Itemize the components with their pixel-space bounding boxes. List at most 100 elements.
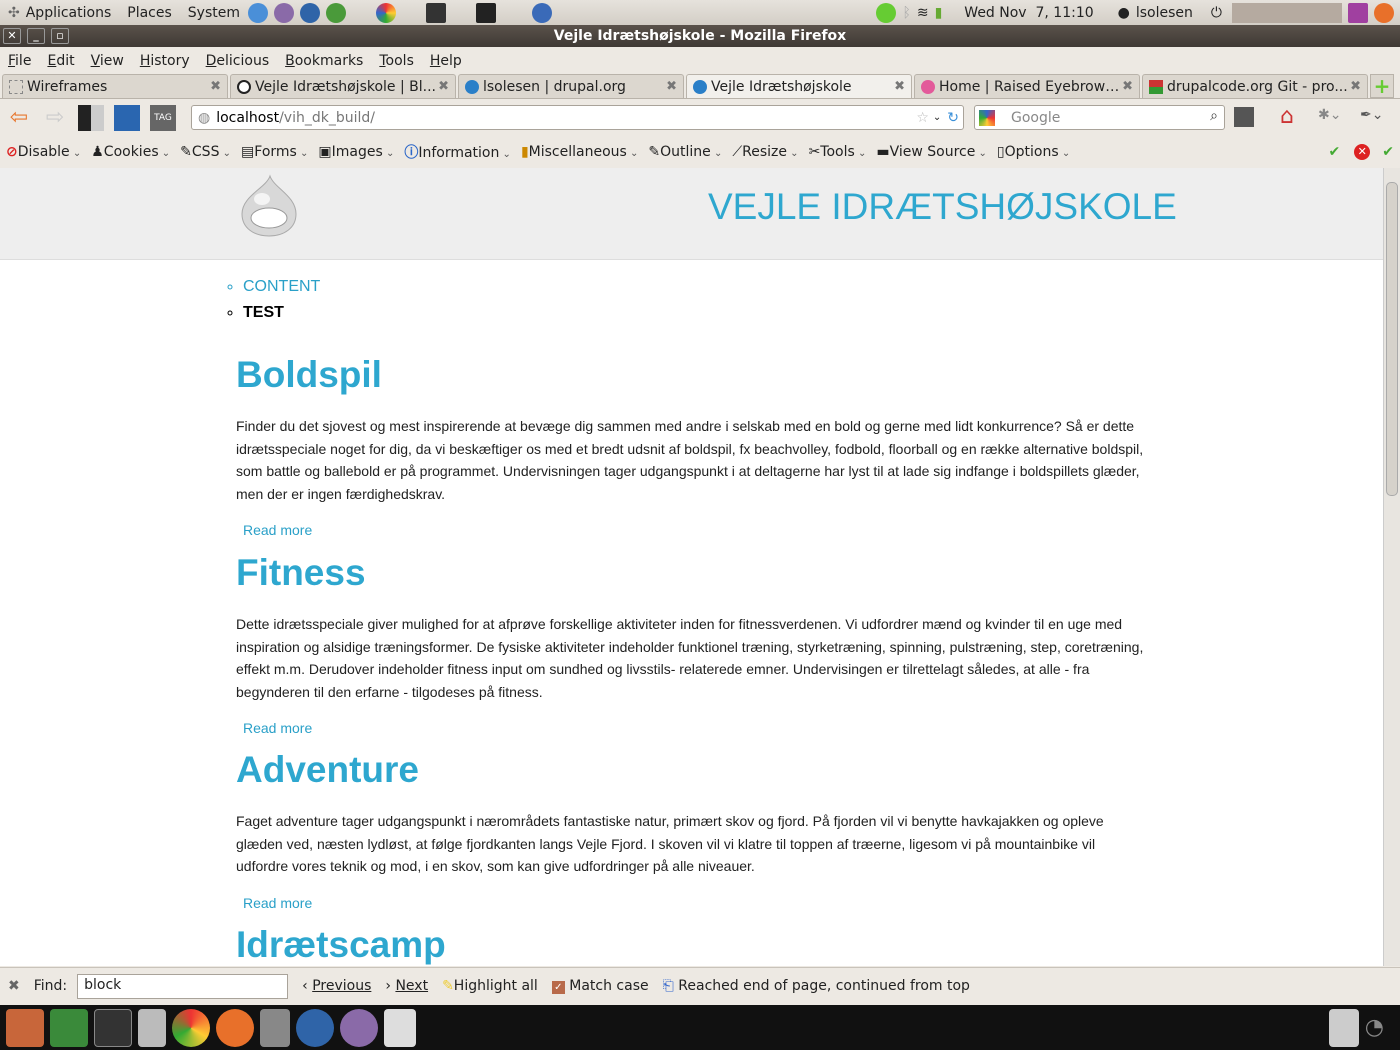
power-icon[interactable]: ⏻ bbox=[1211, 5, 1222, 21]
menu-help[interactable]: Help bbox=[430, 53, 462, 69]
workspace-switcher[interactable] bbox=[1232, 2, 1342, 23]
pidgin-app-icon[interactable] bbox=[340, 1008, 378, 1047]
drupal-logo[interactable] bbox=[240, 174, 298, 238]
google-icon[interactable] bbox=[979, 110, 995, 126]
firebug-icon[interactable]: ✱⌄ bbox=[1318, 107, 1341, 123]
home-icon[interactable]: ⌂ bbox=[1280, 104, 1294, 129]
menu-bookmarks[interactable]: Bookmarks bbox=[285, 53, 363, 69]
pidgin-launcher-icon[interactable] bbox=[274, 2, 294, 23]
bookmarks-icon[interactable] bbox=[114, 104, 140, 131]
dev-information[interactable]: ⓘInformation bbox=[404, 142, 511, 162]
article-title[interactable]: Boldspil bbox=[236, 354, 1146, 404]
close-window-button[interactable]: ✕ bbox=[3, 28, 21, 44]
tab[interactable]: Vejle Idrætshøjskole | Bl... ✖ bbox=[230, 74, 456, 98]
battery-icon[interactable]: ▮ bbox=[935, 5, 943, 21]
eyedropper-icon[interactable]: ✒⌄ bbox=[1360, 107, 1383, 123]
chat-icon[interactable]: ● bbox=[1118, 5, 1130, 21]
thunderbird-app-icon[interactable] bbox=[296, 1008, 334, 1047]
firefox-app-icon[interactable] bbox=[216, 1008, 254, 1047]
url-bar[interactable]: ◍ localhost/vih_dk_build/ ☆ ⌄ ↻ bbox=[191, 105, 964, 130]
firefox-launcher-icon[interactable] bbox=[248, 2, 268, 23]
history-dropdown-icon[interactable]: ⌄ bbox=[933, 112, 941, 123]
gnome-foot-icon[interactable] bbox=[532, 2, 552, 23]
tab[interactable]: Home | Raised Eyebrow ... ✖ bbox=[914, 74, 1140, 98]
close-tab-icon[interactable]: ✖ bbox=[210, 79, 221, 94]
file-cabinet-app-icon[interactable] bbox=[138, 1008, 166, 1047]
close-tab-icon[interactable]: ✖ bbox=[1350, 79, 1361, 94]
chrome-app-icon[interactable] bbox=[172, 1008, 210, 1047]
extension-icon[interactable] bbox=[1234, 107, 1254, 127]
article-title[interactable]: Adventure bbox=[236, 749, 1146, 799]
trash-icon[interactable] bbox=[1328, 1008, 1359, 1047]
menu-delicious[interactable]: Delicious bbox=[206, 53, 270, 69]
read-more-link[interactable]: Read more bbox=[243, 895, 1146, 911]
html-error-icon[interactable]: ✕ bbox=[1354, 144, 1371, 160]
wifi-icon[interactable]: ≋ bbox=[917, 5, 929, 21]
firefox-icon[interactable] bbox=[1374, 2, 1394, 23]
dev-outline[interactable]: ✎Outline bbox=[648, 144, 722, 160]
screenshot-launcher-icon[interactable] bbox=[426, 2, 446, 23]
dev-tools[interactable]: ✂Tools bbox=[809, 144, 867, 160]
find-previous-button[interactable]: ‹ Previous bbox=[302, 978, 371, 994]
terminal-app-icon[interactable] bbox=[94, 1008, 132, 1047]
forward-button[interactable]: ⇨ bbox=[42, 105, 68, 131]
tab[interactable]: Wireframes ✖ bbox=[2, 74, 228, 98]
search-icon[interactable]: ⌕ bbox=[1210, 108, 1218, 124]
dev-images[interactable]: ▣Images bbox=[318, 144, 394, 160]
new-tab-button[interactable]: + bbox=[1370, 74, 1394, 98]
close-tab-icon[interactable]: ✖ bbox=[894, 79, 905, 94]
menu-item-content[interactable]: CONTENT bbox=[243, 278, 320, 296]
tab[interactable]: drupalcode.org Git - pro... ✖ bbox=[1142, 74, 1368, 98]
network-icon[interactable]: ◔ bbox=[1365, 1015, 1384, 1040]
menu-item-test[interactable]: TEST bbox=[243, 304, 320, 322]
update-notifier-icon[interactable] bbox=[876, 2, 897, 23]
dev-cookies[interactable]: ♟Cookies bbox=[91, 144, 170, 160]
find-input[interactable]: block bbox=[77, 973, 289, 999]
read-more-link[interactable]: Read more bbox=[243, 720, 1146, 736]
match-case-checkbox[interactable]: ✓ Match case bbox=[551, 978, 649, 994]
article-title[interactable]: Fitness bbox=[236, 552, 1146, 602]
xchat-launcher-icon[interactable] bbox=[326, 2, 346, 23]
close-find-bar-icon[interactable]: ✖ bbox=[8, 978, 20, 994]
calculator-app-icon[interactable] bbox=[260, 1008, 290, 1047]
search-bar[interactable]: Google ⌕ bbox=[974, 105, 1225, 130]
picasa-launcher-icon[interactable] bbox=[376, 2, 396, 23]
terminal-launcher-icon[interactable] bbox=[476, 2, 496, 23]
dev-options[interactable]: ▯Options bbox=[997, 144, 1070, 160]
highlight-all-button[interactable]: ✎Highlight all bbox=[442, 978, 538, 994]
places-menu[interactable]: Places bbox=[127, 5, 172, 21]
close-tab-icon[interactable]: ✖ bbox=[1122, 79, 1133, 94]
css-valid-icon[interactable]: ✔ bbox=[1329, 144, 1341, 160]
tab-active[interactable]: Vejle Idrætshøjskole ✖ bbox=[686, 74, 912, 98]
menu-tools[interactable]: Tools bbox=[379, 53, 414, 69]
minimize-window-button[interactable]: _ bbox=[27, 28, 45, 44]
system-menu[interactable]: System bbox=[188, 5, 240, 21]
dev-resize[interactable]: ⟋Resize bbox=[732, 144, 798, 160]
dev-forms[interactable]: ▤Forms bbox=[241, 144, 308, 160]
clock[interactable]: Wed Nov 7, 11:10 bbox=[964, 5, 1093, 21]
tab[interactable]: lsolesen | drupal.org ✖ bbox=[458, 74, 684, 98]
anchor-app-icon[interactable] bbox=[6, 1008, 44, 1047]
window-list-icon[interactable] bbox=[1348, 2, 1368, 23]
js-valid-icon[interactable]: ✔ bbox=[1382, 144, 1394, 160]
text-editor-app-icon[interactable] bbox=[384, 1008, 416, 1047]
back-button[interactable]: ⇦ bbox=[6, 105, 32, 131]
reload-icon[interactable]: ↻ bbox=[947, 110, 959, 126]
close-tab-icon[interactable]: ✖ bbox=[438, 79, 449, 94]
bookmark-star-icon[interactable]: ☆ bbox=[916, 110, 929, 126]
vertical-scrollbar[interactable] bbox=[1383, 168, 1400, 966]
user-menu[interactable]: lsolesen bbox=[1136, 5, 1193, 21]
thunderbird-launcher-icon[interactable] bbox=[300, 2, 320, 23]
xchat-app-icon[interactable] bbox=[50, 1008, 88, 1047]
delicious-icon[interactable] bbox=[78, 104, 104, 131]
menu-history[interactable]: History bbox=[140, 53, 190, 69]
dev-miscellaneous[interactable]: ▮Miscellaneous bbox=[521, 144, 638, 160]
tag-icon[interactable]: TAG bbox=[150, 104, 176, 131]
close-tab-icon[interactable]: ✖ bbox=[666, 79, 677, 94]
menu-edit[interactable]: Edit bbox=[47, 53, 74, 69]
read-more-link[interactable]: Read more bbox=[243, 522, 1146, 538]
bluetooth-icon[interactable]: ᛒ bbox=[902, 5, 910, 21]
dev-css[interactable]: ✎CSS bbox=[180, 144, 231, 160]
menu-view[interactable]: View bbox=[91, 53, 124, 69]
dev-view-source[interactable]: ▬View Source bbox=[876, 144, 987, 160]
